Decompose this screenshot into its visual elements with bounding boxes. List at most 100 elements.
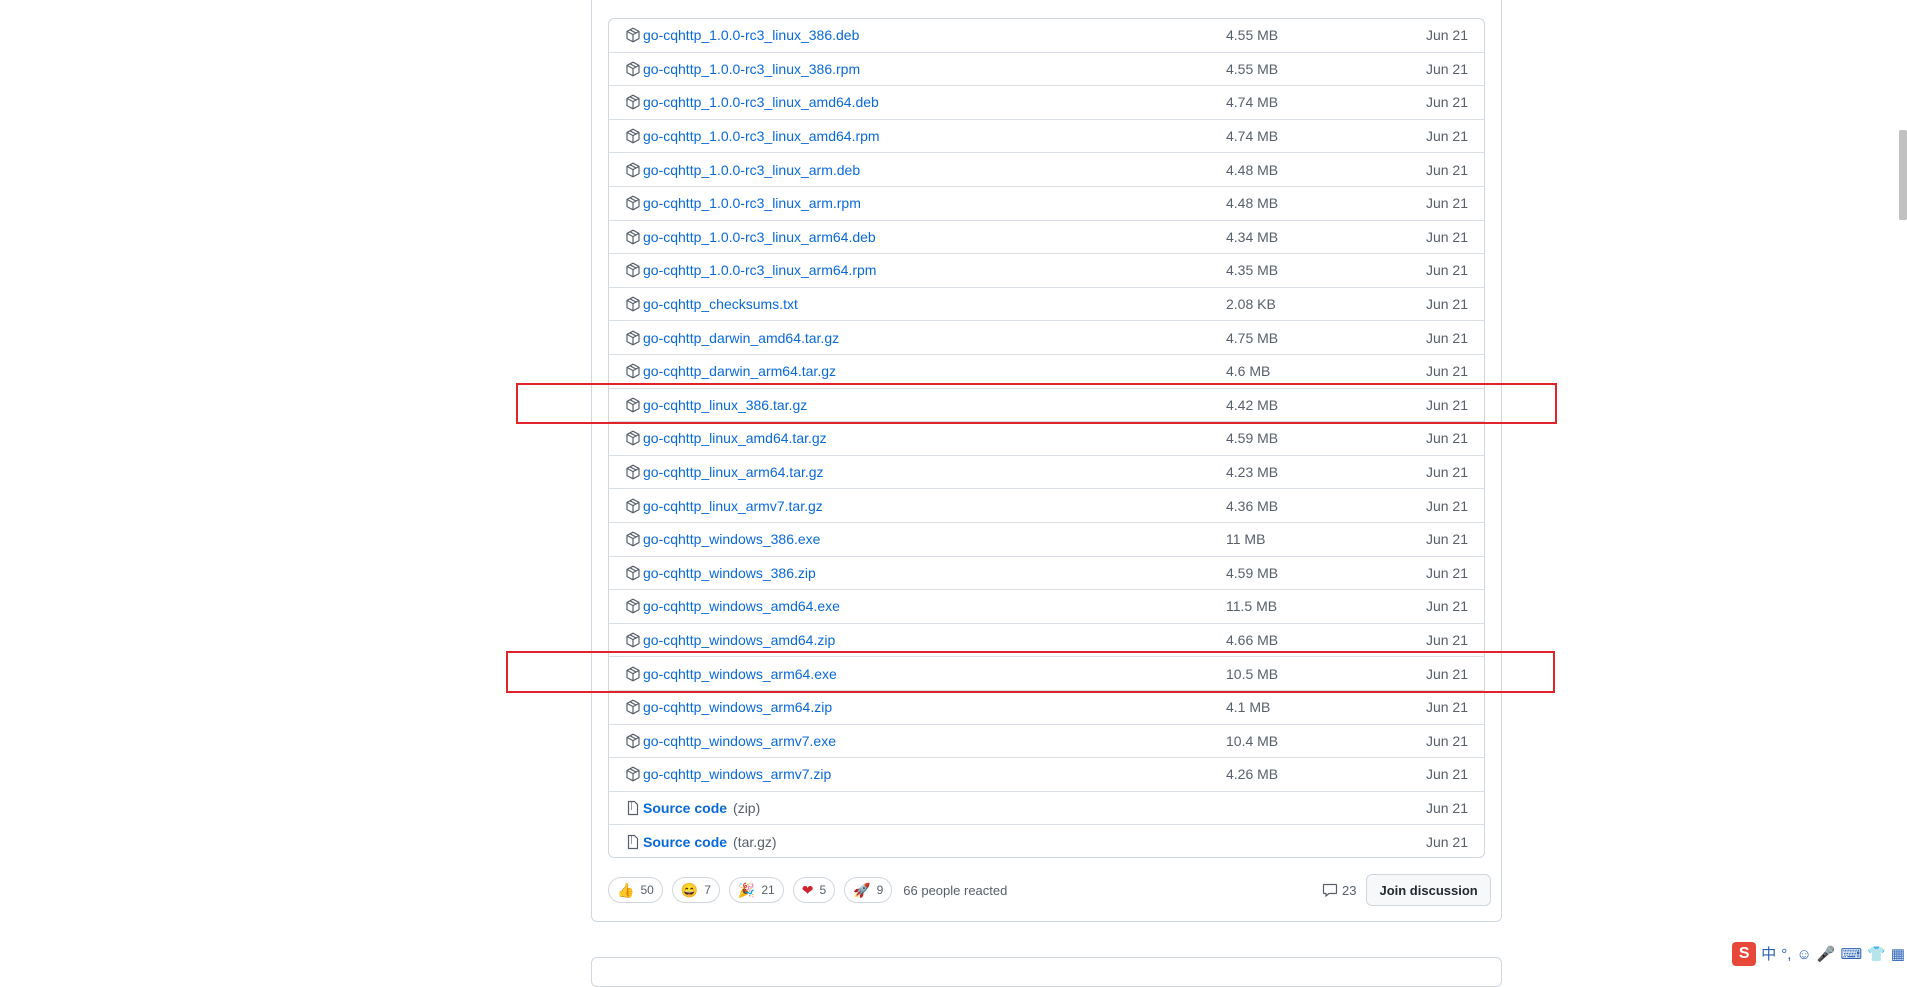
- reaction-count: 21: [761, 883, 775, 897]
- asset-link[interactable]: go-cqhttp_linux_amd64.tar.gz: [625, 430, 827, 446]
- asset-name: go-cqhttp_windows_amd64.exe: [643, 598, 840, 615]
- package-icon: [625, 195, 641, 211]
- asset-size: 4.66 MB: [1226, 632, 1279, 649]
- asset-row: Source code (tar.gz) Jun 21: [609, 825, 1484, 857]
- ime-punctuation-icon[interactable]: °,: [1781, 947, 1791, 962]
- package-icon: [625, 363, 641, 379]
- ime-logo-icon[interactable]: S: [1732, 942, 1757, 966]
- asset-name: go-cqhttp_darwin_amd64.tar.gz: [643, 329, 840, 346]
- asset-name: go-cqhttp_1.0.0-rc3_linux_arm64.rpm: [643, 262, 877, 279]
- package-icon: [625, 94, 641, 110]
- asset-link[interactable]: go-cqhttp_windows_armv7.exe: [625, 733, 836, 749]
- asset-link[interactable]: go-cqhttp_linux_arm64.tar.gz: [625, 464, 824, 480]
- reaction-button[interactable]: 🚀 9: [844, 877, 893, 903]
- comment-icon: [1322, 883, 1338, 898]
- asset-size: 4.42 MB: [1226, 396, 1279, 413]
- asset-row: go-cqhttp_windows_386.zip 4.59 MB Jun 21: [609, 557, 1484, 591]
- laugh-icon: 😄: [680, 882, 699, 898]
- asset-date: Jun 21: [1425, 834, 1468, 851]
- asset-link[interactable]: go-cqhttp_1.0.0-rc3_linux_amd64.rpm: [625, 128, 880, 144]
- asset-name: Source code: [643, 800, 728, 817]
- asset-size: 4.55 MB: [1226, 60, 1279, 77]
- asset-date: Jun 21: [1425, 94, 1468, 111]
- asset-row: Source code (zip) Jun 21: [609, 792, 1484, 826]
- ime-skin-icon[interactable]: 👕: [1867, 947, 1886, 962]
- ime-voice-icon[interactable]: 🎤: [1817, 947, 1836, 962]
- asset-row: go-cqhttp_darwin_arm64.tar.gz 4.6 MB Jun 2…: [609, 355, 1484, 389]
- package-icon: [625, 464, 641, 480]
- asset-link[interactable]: go-cqhttp_windows_arm64.zip: [625, 699, 832, 715]
- asset-link[interactable]: go-cqhttp_1.0.0-rc3_linux_386.deb: [625, 27, 859, 43]
- asset-link[interactable]: go-cqhttp_linux_armv7.tar.gz: [625, 498, 823, 514]
- asset-link[interactable]: go-cqhttp_1.0.0-rc3_linux_arm.deb: [625, 162, 860, 178]
- ime-chinese-mode-icon[interactable]: 中: [1761, 947, 1776, 962]
- asset-link[interactable]: go-cqhttp_darwin_amd64.tar.gz: [625, 330, 839, 346]
- asset-name: go-cqhttp_1.0.0-rc3_linux_386.deb: [643, 27, 860, 44]
- reaction-button[interactable]: 🎉 21: [728, 877, 784, 903]
- reaction-button[interactable]: ❤ 5: [792, 877, 836, 903]
- heart-icon: ❤: [801, 882, 814, 898]
- asset-link[interactable]: go-cqhttp_linux_386.tar.gz: [625, 397, 807, 413]
- asset-row: go-cqhttp_linux_armv7.tar.gz 4.36 MB Jun 2…: [609, 489, 1484, 523]
- asset-date: Jun 21: [1425, 632, 1468, 649]
- asset-row: go-cqhttp_linux_386.tar.gz 4.42 MB Jun 21: [609, 389, 1484, 423]
- comment-count[interactable]: 23: [1322, 882, 1356, 898]
- asset-date: Jun 21: [1425, 531, 1468, 548]
- asset-date: Jun 21: [1425, 800, 1468, 817]
- ime-keyboard-icon[interactable]: ⌨: [1840, 947, 1862, 962]
- asset-link[interactable]: go-cqhttp_windows_386.zip: [625, 565, 816, 581]
- asset-link[interactable]: go-cqhttp_windows_amd64.zip: [625, 632, 835, 648]
- reaction-button[interactable]: 👍 50: [608, 877, 663, 903]
- package-icon: [625, 262, 641, 278]
- asset-link[interactable]: go-cqhttp_checksums.txt: [625, 296, 798, 312]
- reaction-button[interactable]: 😄 7: [671, 877, 720, 903]
- asset-size: 4.75 MB: [1226, 329, 1279, 346]
- ime-emoji-icon[interactable]: ☺: [1796, 947, 1811, 962]
- asset-name: go-cqhttp_windows_386.zip: [643, 564, 816, 581]
- asset-link[interactable]: go-cqhttp_windows_amd64.exe: [625, 598, 840, 614]
- asset-name: go-cqhttp_1.0.0-rc3_linux_arm64.deb: [643, 228, 876, 245]
- asset-link[interactable]: Source code (tar.gz): [625, 834, 777, 850]
- asset-link[interactable]: Source code (zip): [625, 800, 760, 816]
- asset-link[interactable]: go-cqhttp_windows_arm64.exe: [625, 666, 837, 682]
- asset-link[interactable]: go-cqhttp_windows_armv7.zip: [625, 766, 831, 782]
- asset-link[interactable]: go-cqhttp_1.0.0-rc3_linux_arm.rpm: [625, 195, 861, 211]
- asset-size: 10.5 MB: [1226, 665, 1279, 682]
- asset-date: Jun 21: [1425, 128, 1468, 145]
- asset-link[interactable]: go-cqhttp_1.0.0-rc3_linux_arm64.rpm: [625, 262, 876, 278]
- asset-date: Jun 21: [1425, 27, 1468, 44]
- asset-name: go-cqhttp_linux_armv7.tar.gz: [643, 497, 823, 514]
- asset-row: go-cqhttp_1.0.0-rc3_linux_arm64.deb 4.34 …: [609, 221, 1484, 255]
- asset-size: 4.48 MB: [1226, 161, 1279, 178]
- asset-link[interactable]: go-cqhttp_windows_386.exe: [625, 531, 820, 547]
- package-icon: [625, 397, 641, 413]
- asset-format: (zip): [733, 800, 761, 817]
- asset-link[interactable]: go-cqhttp_1.0.0-rc3_linux_386.rpm: [625, 61, 860, 77]
- asset-name: go-cqhttp_darwin_arm64.tar.gz: [643, 363, 836, 380]
- comment-count-value: 23: [1342, 882, 1357, 898]
- asset-link[interactable]: go-cqhttp_1.0.0-rc3_linux_arm64.deb: [625, 229, 876, 245]
- asset-name: go-cqhttp_linux_amd64.tar.gz: [643, 430, 827, 447]
- asset-row: go-cqhttp_windows_amd64.exe 11.5 MB Jun 21: [609, 590, 1484, 624]
- asset-name: go-cqhttp_windows_armv7.zip: [643, 766, 832, 783]
- asset-link[interactable]: go-cqhttp_darwin_arm64.tar.gz: [625, 363, 836, 379]
- scrollbar-thumb[interactable]: [1899, 130, 1907, 220]
- asset-size: 4.74 MB: [1226, 128, 1279, 145]
- package-icon: [625, 733, 641, 749]
- asset-link[interactable]: go-cqhttp_1.0.0-rc3_linux_amd64.deb: [625, 94, 879, 110]
- asset-date: Jun 21: [1425, 732, 1468, 749]
- asset-name: go-cqhttp_1.0.0-rc3_linux_amd64.rpm: [643, 128, 880, 145]
- asset-row: go-cqhttp_1.0.0-rc3_linux_arm.rpm 4.48 MB…: [609, 187, 1484, 221]
- asset-size: 4.59 MB: [1226, 564, 1279, 581]
- join-discussion-button[interactable]: Join discussion: [1366, 874, 1491, 906]
- ime-menu-icon[interactable]: ▦: [1891, 947, 1905, 962]
- asset-row: go-cqhttp_windows_arm64.zip 4.1 MB Jun 21: [609, 691, 1484, 725]
- package-icon: [625, 766, 641, 782]
- ime-toolbar: S 中 °, ☺ 🎤 ⌨ 👕 ▦: [1730, 939, 1907, 969]
- asset-name: go-cqhttp_windows_armv7.exe: [643, 732, 836, 749]
- file-zip-icon: [625, 800, 641, 816]
- asset-size: 4.34 MB: [1226, 228, 1279, 245]
- asset-name: go-cqhttp_checksums.txt: [643, 296, 798, 313]
- package-icon: [625, 430, 641, 446]
- package-icon: [625, 531, 641, 547]
